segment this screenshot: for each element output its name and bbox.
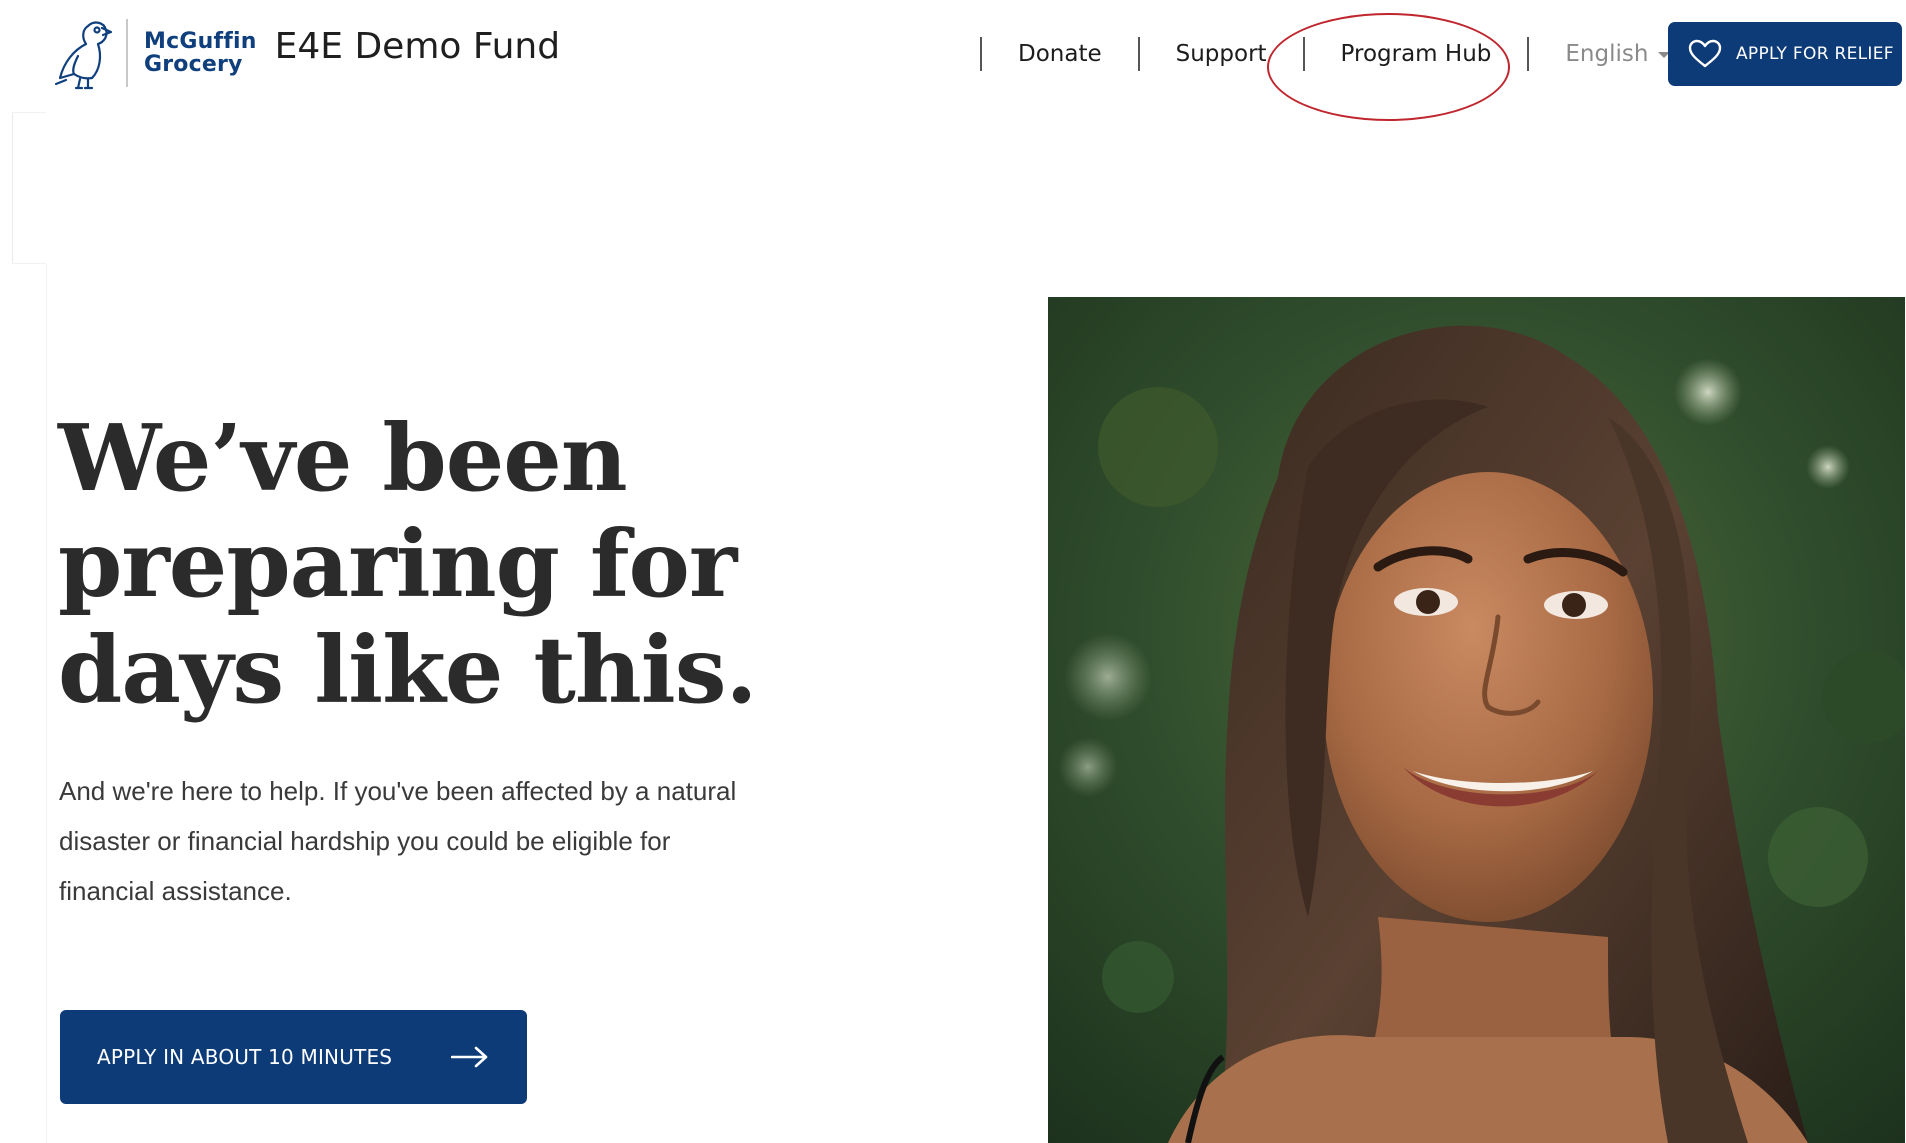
apply-for-relief-label: APPLY FOR RELIEF [1736,44,1894,64]
portrait-illustration [1048,297,1905,1143]
site-title: E4E Demo Fund [274,25,561,67]
hero-description-line3: financial assistance. [59,876,292,906]
hero-heading-line1: We’ve been [58,404,628,512]
hero-portrait-photo [1048,297,1905,1143]
brand-divider [126,19,128,87]
arrow-right-icon [451,1046,488,1068]
language-dropdown[interactable]: English [1529,41,1671,67]
hero-heading: We’ve been preparing for days like this. [58,405,958,723]
site-header: McGuffin Grocery E4E Demo Fund Donate Su… [0,0,1906,121]
apply-in-10-minutes-button[interactable]: APPLY IN ABOUT 10 MINUTES [60,1010,527,1104]
puffin-logo-icon [54,21,113,90]
brand-name-line2: Grocery [144,52,243,77]
language-label: English [1565,41,1649,67]
apply-for-relief-button[interactable]: APPLY FOR RELIEF [1668,22,1902,86]
hero-description-line2: disaster or financial hardship you could… [59,826,671,856]
hero-description-line1: And we're here to help. If you've been a… [59,776,737,806]
nav-support-link[interactable]: Support [1140,41,1303,67]
nav-program-hub-link[interactable]: Program Hub [1305,41,1528,67]
hero-description: And we're here to help. If you've been a… [59,766,819,916]
brand-name-line1: McGuffin [144,29,257,54]
hero-heading-line2: preparing for [58,510,737,618]
left-edge-panel [12,112,46,264]
main-nav: Donate Support Program Hub English [980,30,1671,78]
nav-donate-link[interactable]: Donate [982,41,1138,67]
hero-heading-line3: days like this. [58,616,758,724]
left-edge-line [46,264,47,1143]
cta-label: APPLY IN ABOUT 10 MINUTES [97,1045,393,1069]
brand-name: McGuffin Grocery [144,30,257,76]
brand[interactable]: McGuffin Grocery E4E Demo Fund [52,16,560,90]
heart-icon [1688,39,1722,68]
